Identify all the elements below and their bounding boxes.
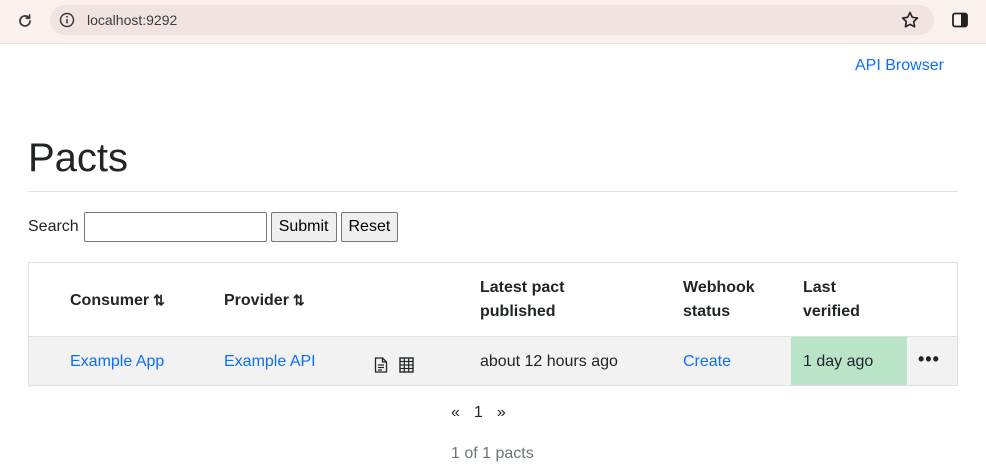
- document-icon[interactable]: [374, 357, 388, 373]
- provider-link[interactable]: Example API: [224, 351, 316, 373]
- submit-button[interactable]: Submit: [270, 212, 337, 242]
- table-row: Example App Example API about 12 hours a…: [29, 336, 957, 385]
- sort-icon[interactable]: ⇅: [293, 292, 305, 308]
- row-actions-menu-icon[interactable]: •••: [918, 349, 940, 370]
- side-panel-icon[interactable]: [951, 11, 971, 31]
- title-divider: [28, 191, 958, 192]
- bookmark-star-icon[interactable]: [900, 10, 920, 30]
- column-header-last-verified: Last verified: [803, 279, 860, 320]
- sort-icon[interactable]: ⇅: [153, 292, 165, 308]
- reload-icon[interactable]: [14, 10, 36, 32]
- pagination: « 1 »: [451, 404, 506, 422]
- last-verified-value: 1 day ago: [803, 353, 874, 370]
- column-header-provider[interactable]: Provider ⇅: [224, 288, 305, 313]
- site-info-icon[interactable]: [59, 12, 75, 28]
- pact-count: 1 of 1 pacts: [451, 445, 534, 462]
- webhook-create-link[interactable]: Create: [683, 351, 731, 373]
- reset-button[interactable]: Reset: [340, 212, 399, 242]
- column-header-consumer[interactable]: Consumer ⇅: [70, 288, 165, 313]
- api-browser-link[interactable]: API Browser: [855, 57, 944, 75]
- consumer-link[interactable]: Example App: [70, 351, 164, 373]
- browser-toolbar: localhost:9292: [0, 0, 986, 44]
- pacts-table: Consumer ⇅ Provider ⇅ Latest pact publishe…: [28, 262, 958, 386]
- search-label: Search: [28, 218, 79, 235]
- address-bar[interactable]: localhost:9292: [50, 5, 934, 35]
- search-input[interactable]: [83, 212, 267, 242]
- search-form: Search Submit Reset: [28, 212, 402, 242]
- pagination-next[interactable]: »: [497, 404, 506, 422]
- pagination-prev[interactable]: «: [451, 404, 460, 422]
- pagination-page-1[interactable]: 1: [474, 404, 483, 422]
- column-header-latest-pact: Latest pact published: [480, 279, 565, 320]
- url-text[interactable]: localhost:9292: [87, 12, 177, 28]
- page-title: Pacts: [28, 136, 129, 180]
- latest-pact-published: about 12 hours ago: [480, 353, 618, 370]
- column-header-webhook-status: Webhook status: [683, 279, 755, 320]
- table-grid-icon[interactable]: [399, 357, 414, 373]
- last-verified-cell: 1 day ago: [791, 337, 907, 385]
